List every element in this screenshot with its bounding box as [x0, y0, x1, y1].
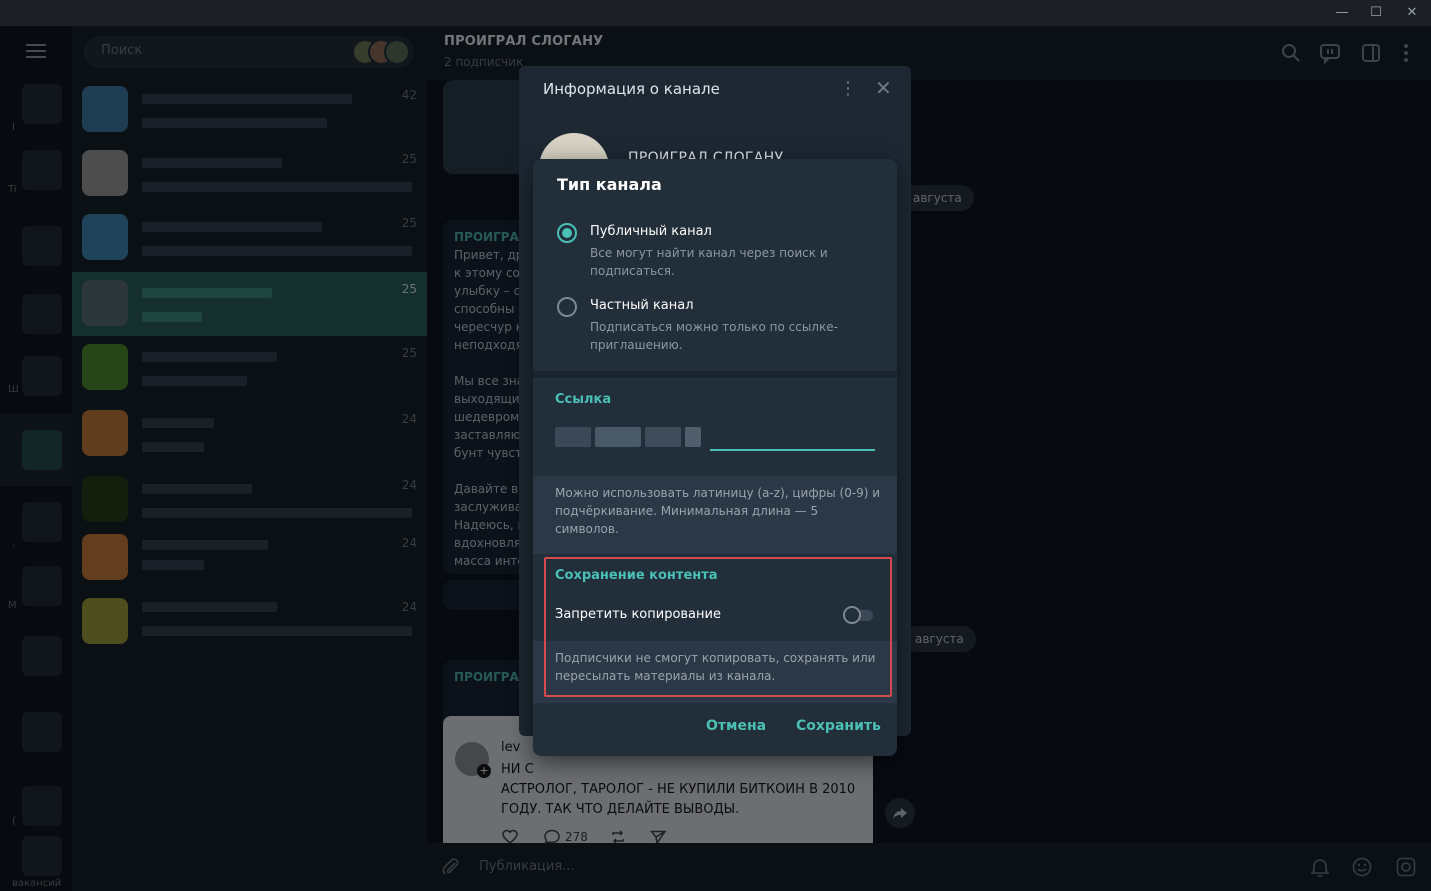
- close-icon[interactable]: ✕: [875, 76, 892, 100]
- window-titlebar: — ☐ ✕: [0, 0, 1431, 26]
- save-button[interactable]: Сохранить: [796, 718, 881, 734]
- section-divider: [533, 371, 897, 378]
- link-input[interactable]: [710, 421, 875, 451]
- channel-info-title: Информация о канале: [543, 80, 720, 98]
- link-note: Можно использовать латиницу (a-z), цифры…: [555, 486, 881, 536]
- dialog-title: Тип канала: [557, 175, 662, 194]
- link-note-box: Можно использовать латиницу (a-z), цифры…: [533, 476, 897, 554]
- cancel-button[interactable]: Отмена: [706, 718, 766, 734]
- link-section-title: Ссылка: [555, 392, 612, 407]
- public-channel-description: Все могут найти канал через поиск и подп…: [590, 246, 828, 278]
- radio-private-channel[interactable]: [557, 297, 577, 317]
- radio-public-channel[interactable]: [557, 223, 577, 243]
- highlight-frame: [544, 557, 892, 697]
- more-vertical-icon[interactable]: ⋮: [839, 78, 857, 99]
- minimize-button[interactable]: —: [1325, 0, 1359, 26]
- close-window-button[interactable]: ✕: [1395, 0, 1429, 26]
- private-channel-description: Подписаться можно только по ссылке-пригл…: [590, 320, 838, 352]
- maximize-button[interactable]: ☐: [1359, 0, 1393, 26]
- public-channel-label[interactable]: Публичный канал: [590, 224, 712, 239]
- link-prefix-blurred: [555, 427, 701, 447]
- private-channel-label[interactable]: Частный канал: [590, 298, 694, 313]
- telegram-desktop-window: — ☐ ✕ I Ti Ш . М ( вакансий Поиск: [0, 0, 1431, 891]
